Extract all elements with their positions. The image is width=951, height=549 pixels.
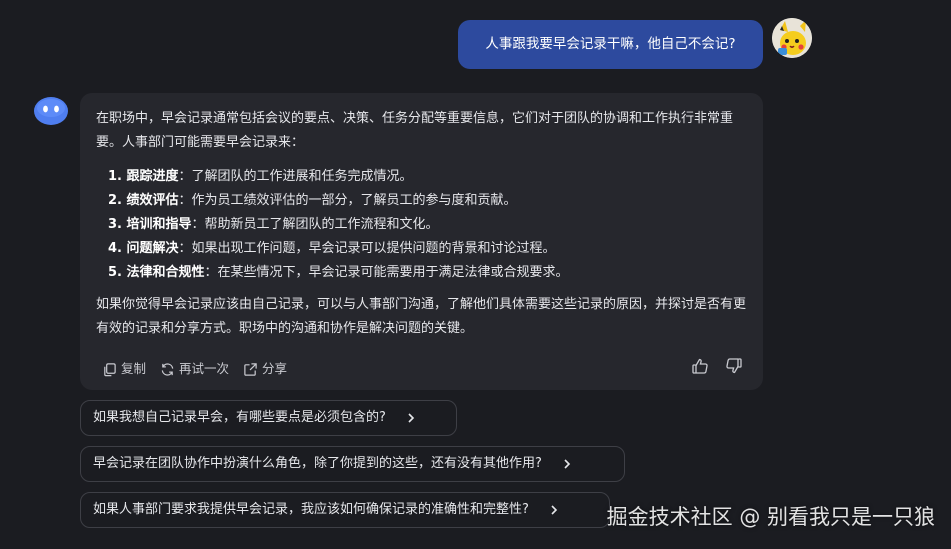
share-label: 分享 (262, 361, 288, 376)
chevron-right-icon (564, 459, 571, 469)
bot-intro-text: 在职场中，早会记录通常包括会议的要点、决策、任务分配等重要信息，它们对于团队的协… (96, 111, 734, 150)
list-item: 4. 问题解决：如果出现工作问题，早会记录可以提供问题的背景和讨论过程。 (108, 241, 556, 256)
feedback-actions (691, 357, 743, 375)
suggestion-button[interactable]: 如果人事部门要求我提供早会记录，我应该如何确保记录的准确性和完整性? (80, 492, 610, 528)
suggestion-button[interactable]: 如果我想自己记录早会，有哪些要点是必须包含的? (80, 400, 457, 436)
list-item: 5. 法律和合规性：在某些情况下，早会记录可能需要用于满足法律或合规要求。 (108, 265, 569, 280)
refresh-icon (161, 362, 174, 376)
bot-closing-text: 如果你觉得早会记录应该由自己记录，可以与人事部门沟通，了解他们具体需要这些记录的… (96, 297, 747, 336)
chevron-right-icon (551, 505, 558, 515)
thumbs-down-icon[interactable] (725, 357, 743, 375)
suggestion-label: 如果我想自己记录早会，有哪些要点是必须包含的? (93, 410, 386, 425)
share-button[interactable]: 分享 (243, 357, 287, 381)
copy-label: 复制 (121, 361, 147, 376)
pikachu-avatar-icon[interactable] (772, 18, 812, 58)
list-item: 1. 跟踪进度：了解团队的工作进展和任务完成情况。 (108, 169, 413, 184)
bot-message-bubble: 在职场中，早会记录通常包括会议的要点、决策、任务分配等重要信息，它们对于团队的协… (80, 93, 763, 390)
retry-button[interactable]: 再试一次 (160, 357, 229, 381)
list-item: 3. 培训和指导：帮助新员工了解团队的工作流程和文化。 (108, 217, 439, 232)
suggestion-button[interactable]: 早会记录在团队协作中扮演什么角色，除了你提到的这些，还有没有其他作用? (80, 446, 625, 482)
share-icon (244, 362, 257, 376)
chevron-right-icon (408, 413, 415, 423)
thumbs-up-icon[interactable] (691, 357, 709, 375)
copy-button[interactable]: 复制 (102, 357, 146, 381)
user-message-row: 人事跟我要早会记录干嘛，他自己不会记? (0, 18, 951, 70)
message-actions: 复制 再试一次 分享 (102, 357, 287, 381)
retry-label: 再试一次 (179, 361, 230, 376)
user-message-bubble: 人事跟我要早会记录干嘛，他自己不会记? (458, 20, 763, 69)
suggestion-label: 早会记录在团队协作中扮演什么角色，除了你提到的这些，还有没有其他作用? (93, 456, 542, 471)
bot-avatar-icon (33, 96, 69, 128)
watermark-text: 掘金技术社区 @ 别看我只是一只狼 (606, 505, 935, 529)
list-item: 2. 绩效评估：作为员工绩效评估的一部分，了解员工的参与度和贡献。 (108, 193, 517, 208)
suggestion-label: 如果人事部门要求我提供早会记录，我应该如何确保记录的准确性和完整性? (93, 502, 529, 517)
copy-icon (104, 362, 116, 376)
bot-points-list: 1. 跟踪进度：了解团队的工作进展和任务完成情况。 2. 绩效评估：作为员工绩效… (96, 165, 747, 285)
